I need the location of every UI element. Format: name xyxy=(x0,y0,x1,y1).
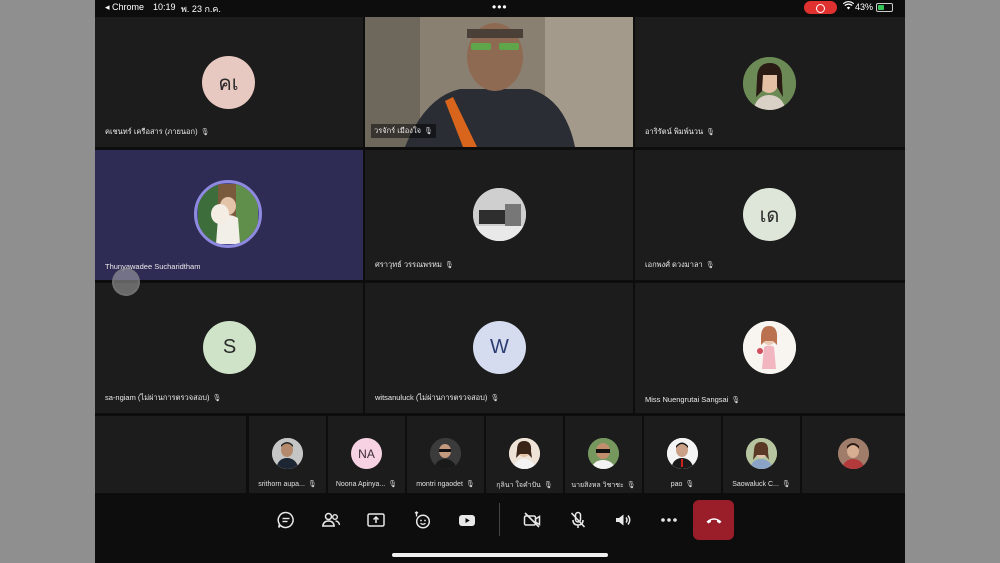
microphone-toggle-button[interactable] xyxy=(563,505,593,535)
profile-photo-avatar xyxy=(473,188,526,241)
leave-call-icon xyxy=(706,518,721,524)
strip-participant-tile[interactable]: pao 🎙︎ xyxy=(644,416,721,493)
youtube-button[interactable] xyxy=(452,505,482,535)
profile-photo-avatar xyxy=(746,438,777,469)
mic-muted-icon: 🎙︎ xyxy=(388,481,398,488)
participant-name: อาริรัตน์ พิมพ์นวน 🎙︎ xyxy=(645,127,716,136)
clock: 10:19 xyxy=(153,2,176,12)
participant-name: ศราวุทธ์ วรรณพรหม 🎙︎ xyxy=(375,260,454,269)
initials-avatar: คเ xyxy=(202,56,255,109)
wifi-icon xyxy=(842,1,855,13)
profile-photo-avatar xyxy=(838,438,869,469)
camera-off-icon xyxy=(523,512,541,528)
participant-name: montri ngaodet 🎙︎ xyxy=(416,481,475,488)
strip-empty-area xyxy=(95,416,246,493)
participant-name: pao 🎙︎ xyxy=(670,481,695,488)
initials-avatar: W xyxy=(473,321,526,374)
initials-avatar: NA xyxy=(351,438,382,469)
battery-percent: 43% xyxy=(855,2,874,12)
profile-photo-avatar xyxy=(667,438,698,469)
participant-name: sa-ngiam (ไม่ผ่านการตรวจสอบ) 🎙︎ xyxy=(105,393,222,402)
mic-muted-icon: 🎙︎ xyxy=(212,395,222,402)
more-icon xyxy=(661,518,677,522)
share-screen-icon xyxy=(367,513,385,527)
multitask-dots-icon[interactable]: ••• xyxy=(492,0,508,14)
battery-icon xyxy=(876,3,893,12)
share-screen-button[interactable] xyxy=(361,505,391,535)
profile-photo-avatar xyxy=(430,438,461,469)
leave-call-button[interactable] xyxy=(693,500,734,540)
profile-photo-avatar xyxy=(509,438,540,469)
strip-participant-tile[interactable]: NA Noona Apinya... 🎙︎ xyxy=(328,416,405,493)
participant-tile[interactable]: Miss Nuengrutai Sangsai 🎙︎ xyxy=(635,283,905,413)
strip-participant-tile[interactable]: montri ngaodet 🎙︎ xyxy=(407,416,484,493)
participant-name: นายสิงหล วิชาชะ 🎙︎ xyxy=(571,482,636,489)
initials-avatar: S xyxy=(203,321,256,374)
participant-name: Noona Apinya... 🎙︎ xyxy=(335,481,398,488)
participant-tile[interactable]: W witsanuluck (ไม่ผ่านการตรวจสอบ) 🎙︎ xyxy=(365,283,633,413)
assistive-touch-button[interactable] xyxy=(112,268,140,296)
youtube-icon xyxy=(459,515,475,526)
more-options-button[interactable] xyxy=(654,505,684,535)
profile-photo-avatar xyxy=(743,321,796,374)
date: พ. 23 ก.ค. xyxy=(181,4,221,14)
participant-name: Saowaluck C... 🎙︎ xyxy=(732,481,791,488)
people-icon xyxy=(321,512,341,527)
mic-muted-icon: 🎙︎ xyxy=(424,128,433,135)
participant-name: กุลินา ใจคำปัน 🎙︎ xyxy=(496,482,553,489)
mic-muted-icon: 🎙︎ xyxy=(626,482,636,489)
people-button[interactable] xyxy=(316,505,346,535)
profile-photo-avatar xyxy=(194,180,262,248)
participant-tile[interactable]: ศราวุทธ์ วรรณพรหม 🎙︎ xyxy=(365,150,633,280)
initials-avatar: เด xyxy=(743,188,796,241)
mic-off-icon xyxy=(570,511,586,528)
participant-tile[interactable]: เด เอกพงศ์ ดวงมาลา 🎙︎ xyxy=(635,150,905,280)
reactions-icon xyxy=(414,511,431,529)
mic-muted-icon: 🎙︎ xyxy=(731,397,741,404)
mic-muted-icon: 🎙︎ xyxy=(200,129,210,136)
participant-name: witsanuluck (ไม่ผ่านการตรวจสอบ) 🎙︎ xyxy=(375,393,500,402)
mic-muted-icon: 🎙︎ xyxy=(685,481,695,488)
mic-muted-icon: 🎙︎ xyxy=(706,129,716,136)
participant-name: Miss Nuengrutai Sangsai 🎙︎ xyxy=(645,395,741,404)
participant-name: วรจักร์ เมืองใจ 🎙︎ xyxy=(371,124,436,138)
reactions-button[interactable] xyxy=(407,505,437,535)
home-indicator[interactable] xyxy=(392,553,608,557)
meeting-screen: ◂ Chrome 10:19 พ. 23 ก.ค. ••• 43% คเ คเช… xyxy=(95,0,905,563)
mic-muted-icon: 🎙︎ xyxy=(444,262,454,269)
chat-icon xyxy=(277,511,294,529)
profile-photo-avatar xyxy=(272,438,303,469)
participant-name: srithorn aupa... 🎙︎ xyxy=(258,481,317,488)
strip-participant-tile[interactable]: กุลินา ใจคำปัน 🎙︎ xyxy=(486,416,563,493)
participant-tile[interactable]: อาริรัตน์ พิมพ์นวน 🎙︎ xyxy=(635,17,905,147)
speaker-icon xyxy=(616,514,631,526)
participant-tile[interactable]: S sa-ngiam (ไม่ผ่านการตรวจสอบ) 🎙︎ xyxy=(95,283,363,413)
status-bar: ◂ Chrome 10:19 พ. 23 ก.ค. ••• 43% xyxy=(95,0,905,16)
strip-participant-tile[interactable]: นายสิงหล วิชาชะ 🎙︎ xyxy=(565,416,642,493)
strip-participant-tile[interactable] xyxy=(802,416,905,493)
participant-name: คเชนทร์ เครือสาร (ภายนอก) 🎙︎ xyxy=(105,127,210,136)
mic-muted-icon: 🎙︎ xyxy=(543,482,553,489)
mic-muted-icon: 🎙︎ xyxy=(490,395,500,402)
participant-video-tile[interactable]: วรจักร์ เมืองใจ 🎙︎ xyxy=(365,17,633,147)
camera-toggle-button[interactable] xyxy=(517,505,547,535)
strip-participant-tile[interactable]: Saowaluck C... 🎙︎ xyxy=(723,416,800,493)
back-to-chrome-link[interactable]: ◂ Chrome xyxy=(105,2,144,13)
toolbar-divider xyxy=(499,503,500,536)
mic-muted-icon: 🎙︎ xyxy=(705,262,715,269)
profile-photo-avatar xyxy=(588,438,619,469)
profile-photo-avatar xyxy=(743,57,796,110)
participant-tile[interactable]: คเ คเชนทร์ เครือสาร (ภายนอก) 🎙︎ xyxy=(95,17,363,147)
mic-muted-icon: 🎙︎ xyxy=(307,481,317,488)
participant-name: เอกพงศ์ ดวงมาลา 🎙︎ xyxy=(645,260,715,269)
screen-record-icon[interactable] xyxy=(804,1,837,14)
mic-muted-icon: 🎙︎ xyxy=(465,481,475,488)
speaker-button[interactable] xyxy=(608,505,638,535)
participant-tile-active-speaker[interactable]: Thunyawadee Sucharidtham xyxy=(95,150,363,280)
chat-button[interactable] xyxy=(271,505,301,535)
mic-muted-icon: 🎙︎ xyxy=(781,481,791,488)
strip-participant-tile[interactable]: srithorn aupa... 🎙︎ xyxy=(249,416,326,493)
